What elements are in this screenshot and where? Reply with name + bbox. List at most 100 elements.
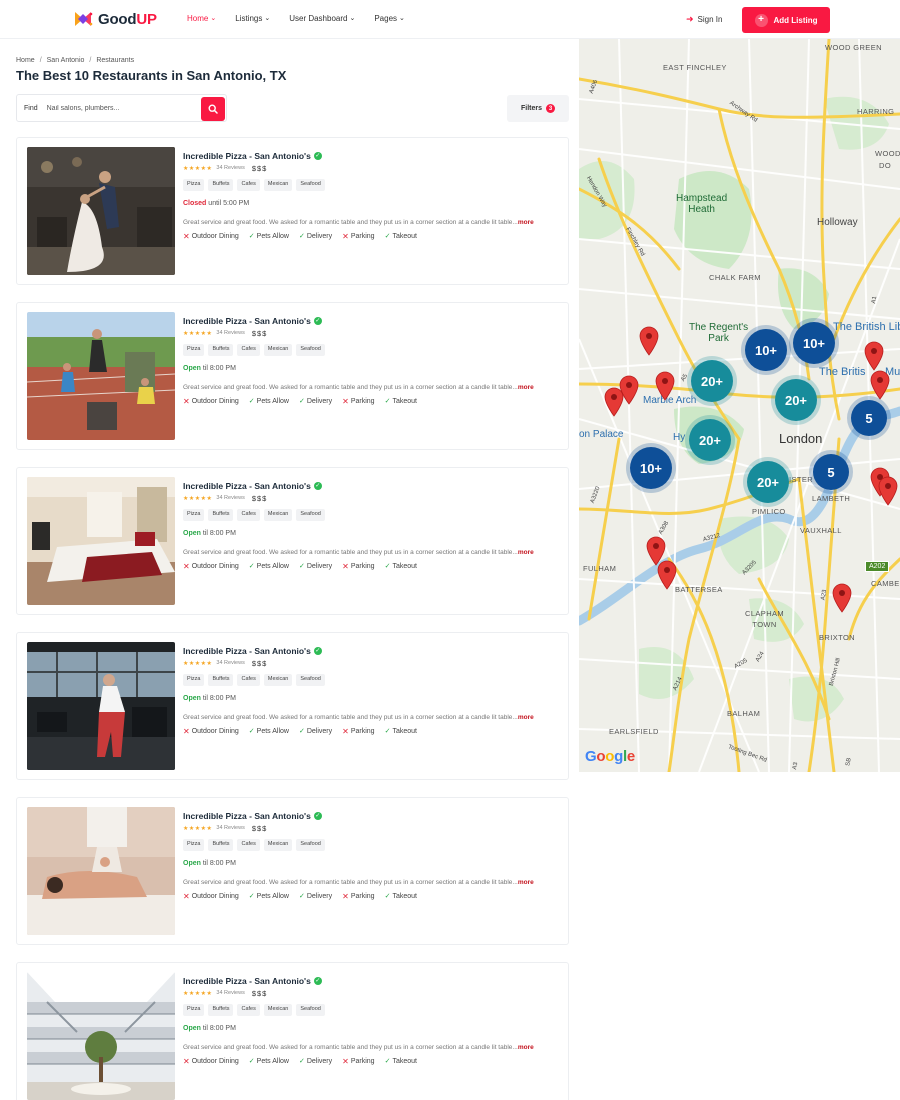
listing-info: Incredible Pizza - San Antonio's ✓ ★★★★★… <box>183 480 563 571</box>
listing-tag[interactable]: Seafood <box>296 509 325 521</box>
breadcrumb-home[interactable]: Home <box>16 57 35 64</box>
listing-tag[interactable]: Pizza <box>183 674 205 686</box>
listing-name[interactable]: Incredible Pizza - San Antonio's ✓ <box>183 975 563 986</box>
map-marker-pin[interactable] <box>877 476 899 506</box>
listing-tag[interactable]: Buffets <box>208 839 234 851</box>
listing-photo[interactable] <box>27 807 175 935</box>
verified-icon: ✓ <box>313 646 322 655</box>
listing-tag[interactable]: Buffets <box>208 179 234 191</box>
listing-tag[interactable]: Mexican <box>263 1004 293 1016</box>
listing-tag[interactable]: Buffets <box>208 344 234 356</box>
nav-listings[interactable]: Listings ⌄ <box>235 14 270 23</box>
listing-tag[interactable]: Buffets <box>208 509 234 521</box>
listing-photo[interactable] <box>27 642 175 770</box>
review-count[interactable]: 34 Reviews <box>216 495 244 501</box>
price-level: $$$ <box>251 493 268 503</box>
listing-card[interactable]: Incredible Pizza - San Antonio's ✓ ★★★★★… <box>16 962 569 1100</box>
listing-card[interactable]: Incredible Pizza - San Antonio's ✓ ★★★★★… <box>16 632 569 780</box>
listing-tag[interactable]: Pizza <box>183 179 205 191</box>
map-marker-pin[interactable] <box>654 371 676 401</box>
listing-photo[interactable] <box>27 147 175 275</box>
listing-card[interactable]: Incredible Pizza - San Antonio's ✓ ★★★★★… <box>16 302 569 450</box>
map-marker-pin[interactable] <box>831 583 853 613</box>
listing-tag[interactable]: Pizza <box>183 839 205 851</box>
listing-tag[interactable]: Cafes <box>237 509 260 521</box>
map-marker-pin[interactable] <box>863 341 885 371</box>
listing-tag[interactable]: Cafes <box>237 179 260 191</box>
read-more-link[interactable]: more <box>518 879 534 886</box>
listing-name[interactable]: Incredible Pizza - San Antonio's ✓ <box>183 315 563 326</box>
listing-name[interactable]: Incredible Pizza - San Antonio's ✓ <box>183 480 563 491</box>
listing-tag[interactable]: Seafood <box>296 179 325 191</box>
map-cluster[interactable]: 5 <box>851 400 887 436</box>
read-more-link[interactable]: more <box>518 1044 534 1051</box>
listing-tag[interactable]: Seafood <box>296 344 325 356</box>
listing-tag[interactable]: Seafood <box>296 674 325 686</box>
breadcrumb-city[interactable]: San Antonio <box>47 57 85 64</box>
filters-button[interactable]: Filters 3 <box>507 95 569 122</box>
review-count[interactable]: 34 Reviews <box>216 825 244 831</box>
listing-tag[interactable]: Mexican <box>263 344 293 356</box>
read-more-link[interactable]: more <box>518 549 534 556</box>
map-cluster[interactable]: 10+ <box>630 447 672 489</box>
listing-tag[interactable]: Seafood <box>296 839 325 851</box>
map-cluster[interactable]: 20+ <box>691 360 733 402</box>
read-more-link[interactable]: more <box>518 384 534 391</box>
listing-name[interactable]: Incredible Pizza - San Antonio's ✓ <box>183 810 563 821</box>
nav-home[interactable]: Home ⌄ <box>187 14 216 23</box>
map-marker-pin[interactable] <box>869 370 891 400</box>
listing-photo[interactable] <box>27 972 175 1100</box>
logo[interactable]: GoodUP <box>72 8 157 30</box>
map-label-holloway: Holloway <box>817 217 858 228</box>
listing-tag[interactable]: Pizza <box>183 1004 205 1016</box>
read-more-link[interactable]: more <box>518 219 534 226</box>
check-icon: ✓ <box>384 893 391 900</box>
listing-tag[interactable]: Cafes <box>237 674 260 686</box>
map-cluster[interactable]: 5 <box>813 454 849 490</box>
map-marker-pin[interactable] <box>603 387 625 417</box>
map-label-east-finchley: EAST FINCHLEY <box>663 63 727 72</box>
review-count[interactable]: 34 Reviews <box>216 990 244 996</box>
nav-pages[interactable]: Pages ⌄ <box>374 14 405 23</box>
search-input[interactable] <box>46 104 197 112</box>
map-label-wood-green: WOOD GREEN <box>825 43 882 52</box>
review-count[interactable]: 34 Reviews <box>216 165 244 171</box>
listing-tag[interactable]: Buffets <box>208 1004 234 1016</box>
listing-tag[interactable]: Mexican <box>263 179 293 191</box>
map-cluster[interactable]: 10+ <box>745 329 787 371</box>
map-cluster[interactable]: 20+ <box>747 461 789 503</box>
listing-photo[interactable] <box>27 477 175 605</box>
map-marker-pin[interactable] <box>638 326 660 356</box>
cross-icon: ✕ <box>342 396 349 406</box>
listing-card[interactable]: Incredible Pizza - San Antonio's ✓ ★★★★★… <box>16 797 569 945</box>
add-listing-button[interactable]: + Add Listing <box>742 7 830 33</box>
listing-tag[interactable]: Mexican <box>263 509 293 521</box>
listing-tag[interactable]: Cafes <box>237 344 260 356</box>
nav-user-dashboard[interactable]: User Dashboard ⌄ <box>289 14 355 23</box>
listing-tag[interactable]: Cafes <box>237 1004 260 1016</box>
listing-tag[interactable]: Mexican <box>263 839 293 851</box>
sign-in-link[interactable]: ➜ Sign In <box>686 14 722 25</box>
listing-tag[interactable]: Cafes <box>237 839 260 851</box>
review-count[interactable]: 34 Reviews <box>216 660 244 666</box>
listing-card[interactable]: Incredible Pizza - San Antonio's ✓ ★★★★★… <box>16 137 569 285</box>
map-cluster[interactable]: 20+ <box>775 379 817 421</box>
review-count[interactable]: 34 Reviews <box>216 330 244 336</box>
amenity-label: Outdoor Dining <box>191 562 239 570</box>
map-cluster[interactable]: 10+ <box>793 322 835 364</box>
listing-name[interactable]: Incredible Pizza - San Antonio's ✓ <box>183 645 563 656</box>
listing-tag[interactable]: Seafood <box>296 1004 325 1016</box>
map-marker-pin[interactable] <box>656 560 678 590</box>
map-cluster[interactable]: 20+ <box>689 419 731 461</box>
listing-tag[interactable]: Buffets <box>208 674 234 686</box>
map-label-hampstead-line1: Hampstead <box>676 193 728 204</box>
listing-name[interactable]: Incredible Pizza - San Antonio's ✓ <box>183 150 563 161</box>
listing-photo[interactable] <box>27 312 175 440</box>
map[interactable]: WOOD GREEN EAST FINCHLEY HARRING WOOD DO… <box>579 39 900 772</box>
listing-tag[interactable]: Pizza <box>183 509 205 521</box>
listing-tag[interactable]: Mexican <box>263 674 293 686</box>
listing-tag[interactable]: Pizza <box>183 344 205 356</box>
read-more-link[interactable]: more <box>518 714 534 721</box>
listing-card[interactable]: Incredible Pizza - San Antonio's ✓ ★★★★★… <box>16 467 569 615</box>
search-button[interactable] <box>201 97 225 121</box>
